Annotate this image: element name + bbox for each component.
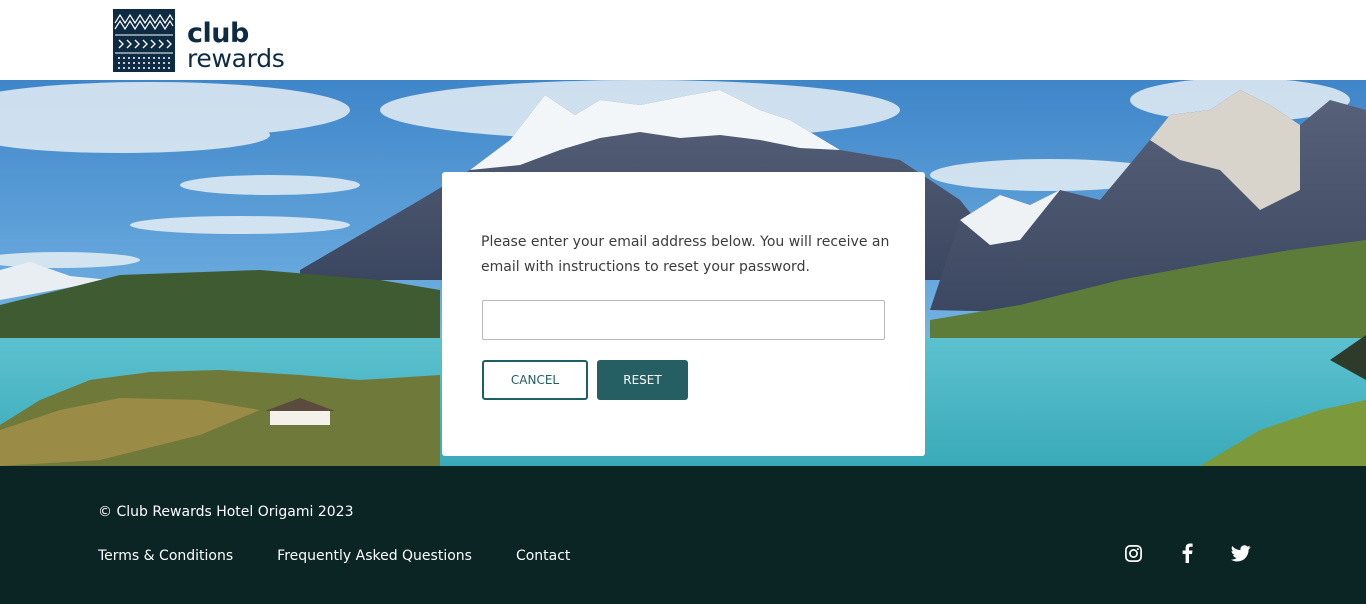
terms-link[interactable]: Terms & Conditions xyxy=(98,548,233,564)
logo-text-rewards: rewards xyxy=(187,44,285,73)
copyright-text: © Club Rewards Hotel Origami 2023 xyxy=(98,504,354,520)
footer-links: Terms & Conditions Frequently Asked Ques… xyxy=(98,548,614,564)
logo-wordmark: club rewards xyxy=(187,18,285,73)
site-footer: © Club Rewards Hotel Origami 2023 Terms … xyxy=(0,466,1366,604)
twitter-icon[interactable] xyxy=(1231,543,1251,563)
club-rewards-logo[interactable]: club rewards xyxy=(113,9,285,72)
email-input[interactable] xyxy=(482,300,885,340)
logo-mark-icon xyxy=(113,9,175,72)
instagram-icon[interactable] xyxy=(1123,543,1143,563)
reset-button[interactable]: RESET xyxy=(597,360,688,400)
reset-instructions: Please enter your email address below. Y… xyxy=(481,234,890,275)
faq-link[interactable]: Frequently Asked Questions xyxy=(277,548,472,564)
facebook-icon[interactable] xyxy=(1177,543,1197,563)
contact-link[interactable]: Contact xyxy=(516,548,570,564)
logo-text-club: club xyxy=(187,18,249,49)
cancel-button[interactable]: CANCEL xyxy=(482,360,588,400)
reset-password-card: Please enter your email address below. Y… xyxy=(442,172,925,456)
site-header: club rewards xyxy=(0,0,1366,80)
